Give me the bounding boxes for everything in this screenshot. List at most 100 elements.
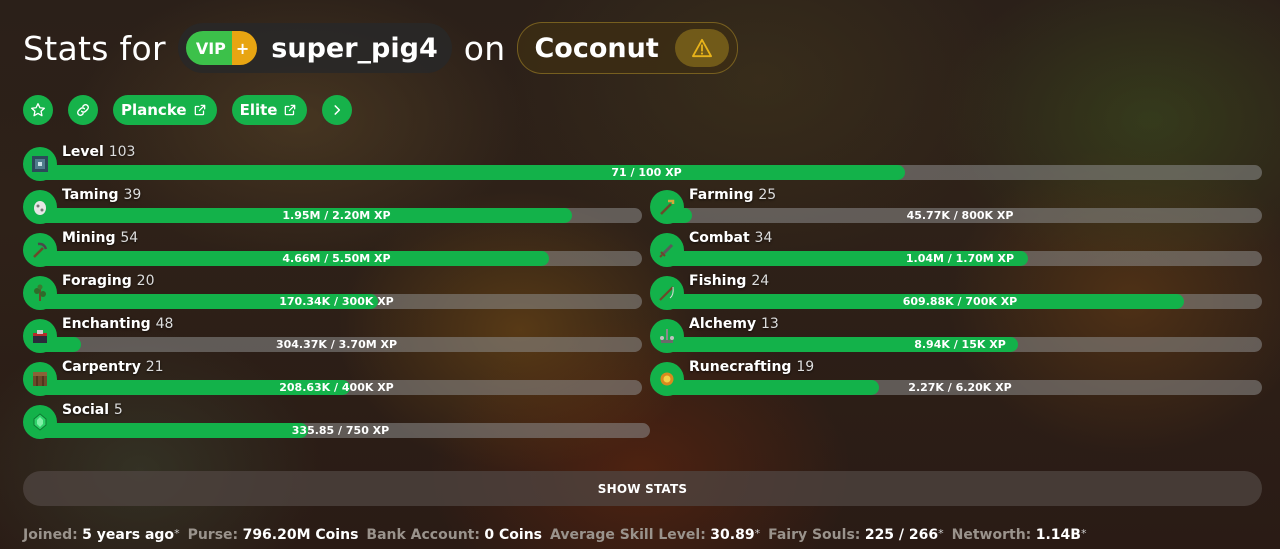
summary-value: 796.20M Coins: [242, 527, 359, 543]
progress-text: 170.34K / 300K XP: [279, 295, 394, 308]
progress-bar: 335.85 / 750 XP: [31, 423, 650, 438]
sword-icon: [650, 233, 684, 267]
summary-item: Networth: 1.14B*: [952, 527, 1087, 543]
link-bar: Plancke Elite: [23, 95, 353, 125]
skill-level-value: 19: [796, 359, 815, 375]
progress-bar: 208.63K / 400K XP: [31, 380, 642, 395]
summary-label: Purse:: [187, 527, 239, 543]
level-icon: [23, 147, 57, 181]
summary-note: *: [754, 527, 761, 540]
external-link-icon: [194, 104, 205, 116]
skill-name: Alchemy: [689, 316, 757, 332]
summary-item: Joined: 5 years ago*: [23, 527, 180, 543]
progress-text: 45.77K / 800K XP: [906, 209, 1014, 222]
skill-foraging: Foraging 20 170.34K / 300K XP: [23, 273, 642, 310]
progress-text: 1.95M / 2.20M XP: [282, 209, 391, 222]
skill-name: Mining: [62, 230, 116, 246]
player-name: super_pig4: [271, 32, 438, 64]
external-link-icon: [285, 104, 296, 116]
title-prefix: Stats for: [23, 28, 166, 68]
progress-text: 208.63K / 400K XP: [279, 381, 394, 394]
profile-summary: Joined: 5 years ago* Purse: 796.20M Coin…: [23, 527, 1086, 543]
summary-item: Fairy Souls: 225 / 266*: [768, 527, 944, 543]
link-icon: [77, 104, 89, 116]
progress-text: 609.88K / 700K XP: [902, 295, 1018, 308]
skill-name: Level: [62, 144, 104, 160]
more-links-button[interactable]: [322, 95, 353, 125]
skill-carpentry: Carpentry 21 208.63K / 400K XP: [23, 359, 642, 396]
skill-level-value: 20: [136, 273, 155, 289]
progress-bar: 1.04M / 1.70M XP: [658, 251, 1262, 266]
skill-level-value: 5: [113, 402, 123, 418]
skill-level-value: 54: [120, 230, 139, 246]
summary-value: 5 years ago: [82, 527, 175, 543]
skill-level: Level 103 71 / 100 XP: [23, 144, 1262, 181]
favorite-button[interactable]: [23, 95, 53, 125]
skill-name: Social: [62, 402, 110, 418]
skill-social: Social 5 335.85 / 750 XP: [23, 402, 650, 439]
skill-level-value: 21: [145, 359, 164, 375]
progress-bar: 304.37K / 3.70M XP: [31, 337, 642, 352]
skill-level-value: 13: [760, 316, 779, 332]
emerald-icon: [23, 405, 57, 439]
progress-text: 304.37K / 3.70M XP: [275, 338, 398, 351]
skill-name: Combat: [689, 230, 750, 246]
rank-vip-label: VIP: [185, 31, 232, 65]
copy-link-button[interactable]: [68, 95, 98, 125]
summary-note: *: [938, 527, 944, 540]
progress-text: 335.85 / 750 XP: [291, 424, 390, 437]
progress-bar: 170.34K / 300K XP: [31, 294, 642, 309]
skill-level-value: 25: [758, 187, 777, 203]
rank-plus-label: +: [231, 31, 258, 65]
summary-value: 1.14B: [1035, 527, 1081, 543]
player-badge: VIP + super_pig4: [177, 23, 452, 73]
skill-fishing: Fishing 24 609.88K / 700K XP: [650, 273, 1262, 310]
plancke-link[interactable]: Plancke: [113, 95, 217, 125]
warning-button[interactable]: [674, 29, 729, 67]
enchanting-table-icon: [23, 319, 57, 353]
skill-name: Runecrafting: [689, 359, 792, 375]
skill-name: Taming: [62, 187, 119, 203]
crafting-table-icon: [23, 362, 57, 396]
summary-item: Purse: 796.20M Coins: [188, 527, 359, 543]
rank-badge: VIP +: [185, 31, 258, 65]
summary-value: 30.89: [710, 527, 755, 543]
progress-bar: 8.94K / 15K XP: [658, 337, 1262, 352]
skill-runecrafting: Runecrafting 19 2.27K / 6.20K XP: [650, 359, 1262, 396]
star-icon: [31, 103, 45, 117]
spawn-egg-icon: [23, 190, 57, 224]
skill-name: Enchanting: [62, 316, 151, 332]
title-connector: on: [463, 28, 506, 68]
profile-selector[interactable]: Coconut: [517, 22, 738, 74]
progress-text: 2.27K / 6.20K XP: [908, 381, 1012, 394]
skill-level-value: 34: [754, 230, 773, 246]
progress-bar: 609.88K / 700K XP: [658, 294, 1262, 309]
summary-label: Fairy Souls:: [768, 527, 861, 543]
progress-bar: 45.77K / 800K XP: [658, 208, 1262, 223]
skill-alchemy: Alchemy 13 8.94K / 15K XP: [650, 316, 1262, 353]
summary-label: Joined:: [23, 527, 78, 543]
skill-level-value: 48: [155, 316, 174, 332]
summary-value: 0 Coins: [484, 527, 543, 543]
show-stats-button[interactable]: SHOW STATS: [23, 471, 1262, 506]
brewing-stand-icon: [650, 319, 684, 353]
magma-cream-icon: [650, 362, 684, 396]
summary-value: 225 / 266: [864, 527, 939, 543]
skill-farming: Farming 25 45.77K / 800K XP: [650, 187, 1262, 224]
summary-label: Networth:: [951, 527, 1032, 543]
progress-text: 71 / 100 XP: [611, 166, 682, 179]
progress-bar: 71 / 100 XP: [31, 165, 1262, 180]
summary-label: Bank Account:: [366, 527, 480, 543]
page-title: Stats for VIP + super_pig4 on Coconut: [23, 22, 738, 74]
skill-name: Carpentry: [62, 359, 141, 375]
skill-name: Fishing: [689, 273, 747, 289]
skill-level-value: 103: [108, 144, 136, 160]
pickaxe-icon: [23, 233, 57, 267]
skill-name: Farming: [689, 187, 754, 203]
elite-link[interactable]: Elite: [231, 95, 308, 125]
progress-bar: 2.27K / 6.20K XP: [658, 380, 1262, 395]
profile-name: Coconut: [534, 32, 659, 64]
skill-enchanting: Enchanting 48 304.37K / 3.70M XP: [23, 316, 642, 353]
summary-note: *: [1080, 527, 1087, 540]
skill-level-value: 24: [751, 273, 770, 289]
